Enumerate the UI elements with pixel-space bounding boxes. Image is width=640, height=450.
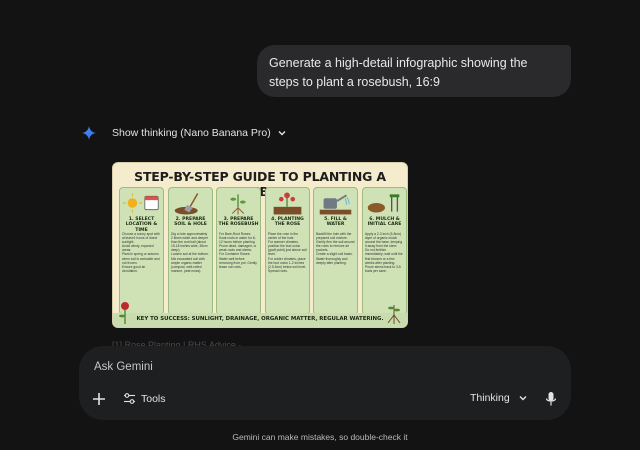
user-message-text: Generate a high-detail infographic showi… (269, 56, 528, 89)
step-title: 2. PREPARE SOIL & HOLE (174, 217, 207, 228)
chevron-down-icon (519, 396, 527, 401)
generated-infographic-image[interactable]: STEP-BY-STEP GUIDE TO PLANTING A ROSEBUS… (112, 162, 408, 328)
step-title: 4. PLANTING THE ROSE (271, 217, 304, 228)
step-title: 3. PREPARE THE ROSEBUSH (218, 217, 259, 228)
chevron-down-icon (278, 131, 286, 136)
planted-rose-icon (273, 192, 302, 215)
step-text: Choose a sunny spot with at least 6 hour… (122, 232, 160, 273)
microphone-icon[interactable] (544, 391, 558, 407)
infographic-step-5: 5. FILL & WATER Backfill the hole with t… (313, 187, 358, 315)
user-message-bubble: Generate a high-detail infographic showi… (257, 45, 571, 97)
watering-can-icon (319, 194, 352, 215)
infographic-footer: KEY TO SUCCESS: SUNLIGHT, DRAINAGE, ORGA… (113, 313, 407, 327)
step-text: Apply a 2-3 inch (5-8cm) layer of organi… (365, 232, 403, 273)
step-text: Place the rose in the center of the hole… (268, 232, 307, 273)
infographic-step-2: 2. PREPARE SOIL & HOLE Dig a hole approx… (168, 187, 213, 315)
gemini-sparkle-icon (82, 126, 96, 140)
step-title: 6. MULCH & INITIAL CARE (367, 217, 402, 228)
infographic-step-3: 3. PREPARE THE ROSEBUSH For Bare-Root Ro… (216, 187, 261, 315)
show-thinking-label: Show thinking (Nano Banana Pro) (112, 127, 271, 139)
step-text: For Bare-Root Roses: Soak roots in water… (219, 232, 257, 269)
shovel-soil-icon (174, 193, 199, 215)
step-text: Backfill the hole with the prepared soil… (316, 232, 355, 265)
infographic-step-4: 4. PLANTING THE ROSE Place the rose in t… (265, 187, 310, 315)
prompt-input[interactable] (94, 359, 474, 375)
step-title: 5. FILL & WATER (324, 217, 347, 228)
sun-calendar-icon (122, 193, 159, 213)
mulch-tools-icon (367, 194, 400, 213)
disclaimer-text: Gemini can make mistakes, so double-chec… (232, 432, 408, 442)
prompt-composer: Tools Thinking (79, 346, 571, 420)
mode-label: Thinking (470, 392, 510, 404)
plus-icon[interactable] (91, 391, 107, 407)
step-text: Dig a hole approximately 2 times wider a… (171, 232, 209, 273)
tools-label: Tools (141, 392, 166, 405)
rose-decoration-icon (119, 302, 129, 324)
sliders-icon (124, 393, 135, 404)
model-mode-selector[interactable]: Thinking (470, 392, 528, 404)
step-title: 1. SELECT LOCATION & TIME (125, 217, 158, 233)
roots-decoration-icon (387, 305, 401, 324)
infographic-step-6: 6. MULCH & INITIAL CARE Apply a 2-3 inch… (362, 187, 407, 315)
infographic-step-1: 1. SELECT LOCATION & TIME Choose a sunny… (119, 187, 164, 315)
tools-button[interactable]: Tools (123, 392, 166, 405)
rose-roots-icon (230, 194, 246, 215)
show-thinking-toggle[interactable]: Show thinking (Nano Banana Pro) (82, 124, 287, 142)
